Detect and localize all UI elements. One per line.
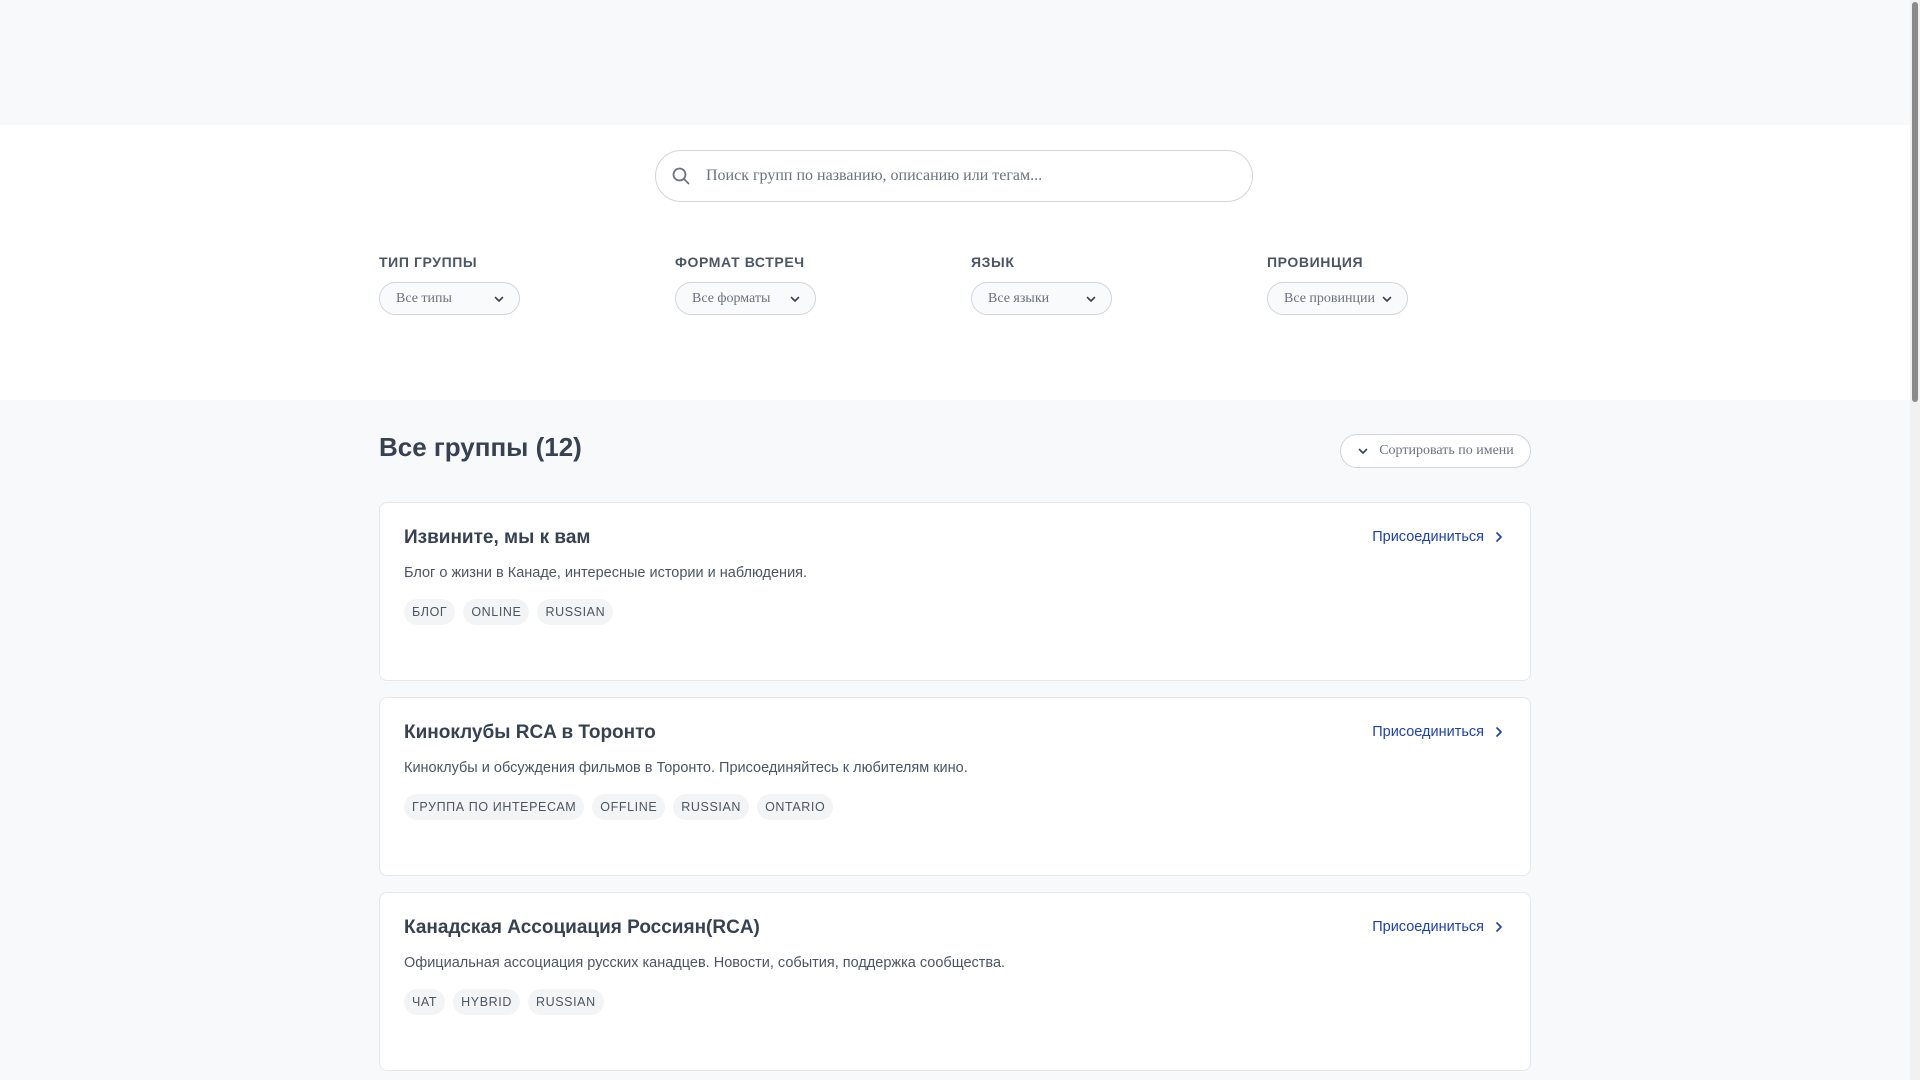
group-tag: RUSSIAN bbox=[673, 794, 750, 820]
scrollbar-thumb[interactable] bbox=[1912, 2, 1918, 402]
group-type-select[interactable]: Все типы bbox=[379, 282, 520, 315]
group-tag: ONLINE bbox=[463, 599, 530, 625]
province-select-value: Все провинции bbox=[1284, 290, 1375, 306]
chevron-down-icon bbox=[1085, 293, 1097, 305]
filter-language: ЯЗЫК Все языки bbox=[971, 254, 1112, 315]
group-tag: ГРУППА ПО ИНТЕРЕСАМ bbox=[404, 794, 585, 820]
group-tags: ГРУППА ПО ИНТЕРЕСАМ OFFLINE RUSSIAN ONTA… bbox=[404, 794, 834, 820]
join-link-label: Присоединиться bbox=[1372, 529, 1484, 545]
filter-label-language: ЯЗЫК bbox=[971, 254, 1015, 270]
group-tags: БЛОГ ONLINE RUSSIAN bbox=[404, 599, 614, 625]
filter-meeting-format: ФОРМАТ ВСТРЕЧ Все форматы bbox=[675, 254, 816, 315]
search-icon bbox=[672, 167, 690, 185]
chevron-down-icon bbox=[1357, 445, 1369, 457]
chevron-down-icon bbox=[1381, 293, 1393, 305]
group-title: Киноклубы RCA в Торонто bbox=[404, 722, 656, 743]
province-select[interactable]: Все провинции bbox=[1267, 282, 1408, 315]
group-card: Киноклубы RCA в Торонто Киноклубы и обсу… bbox=[379, 697, 1531, 876]
group-title: Извините, мы к вам bbox=[404, 527, 591, 548]
group-tag: RUSSIAN bbox=[527, 989, 604, 1015]
chevron-right-icon bbox=[1494, 726, 1504, 738]
results-title: Все группы (12) bbox=[379, 432, 582, 462]
group-tag: ONTARIO bbox=[757, 794, 834, 820]
filter-label-group-type: ТИП ГРУППЫ bbox=[379, 254, 478, 270]
group-tag: ЧАТ bbox=[404, 989, 446, 1015]
top-band bbox=[0, 0, 1910, 125]
language-select[interactable]: Все языки bbox=[971, 282, 1112, 315]
chevron-down-icon bbox=[789, 293, 801, 305]
group-tag: OFFLINE bbox=[592, 794, 666, 820]
filter-label-meeting-format: ФОРМАТ ВСТРЕЧ bbox=[675, 254, 805, 270]
group-card: Извините, мы к вам Блог о жизни в Канаде… bbox=[379, 502, 1531, 681]
group-card: Канадская Ассоциация Россиян(RCA) Официа… bbox=[379, 892, 1531, 1071]
join-link[interactable]: Присоединиться bbox=[1372, 724, 1504, 740]
filter-province: ПРОВИНЦИЯ Все провинции bbox=[1267, 254, 1408, 315]
chevron-right-icon bbox=[1494, 531, 1504, 543]
group-description: Блог о жизни в Канаде, интересные истори… bbox=[404, 565, 808, 581]
meeting-format-select-value: Все форматы bbox=[692, 290, 771, 306]
join-link-label: Присоединиться bbox=[1372, 919, 1484, 935]
join-link[interactable]: Присоединиться bbox=[1372, 919, 1504, 935]
chevron-down-icon bbox=[493, 293, 505, 305]
group-tag: RUSSIAN bbox=[537, 599, 614, 625]
group-title: Канадская Ассоциация Россиян(RCA) bbox=[404, 917, 760, 938]
group-tag: HYBRID bbox=[453, 989, 520, 1015]
language-select-value: Все языки bbox=[988, 290, 1050, 306]
meeting-format-select[interactable]: Все форматы bbox=[675, 282, 816, 315]
search-input[interactable] bbox=[704, 166, 1252, 186]
group-type-select-value: Все типы bbox=[396, 290, 452, 306]
scrollbar[interactable] bbox=[1910, 0, 1920, 1080]
filter-label-province: ПРОВИНЦИЯ bbox=[1267, 254, 1364, 270]
chevron-right-icon bbox=[1494, 921, 1504, 933]
sort-button[interactable]: Сортировать по имени bbox=[1340, 434, 1531, 468]
group-description: Киноклубы и обсуждения фильмов в Торонто… bbox=[404, 760, 968, 776]
join-link-label: Присоединиться bbox=[1372, 724, 1484, 740]
sort-button-label: Сортировать по имени bbox=[1379, 443, 1514, 458]
group-description: Официальная ассоциация русских канадцев.… bbox=[404, 955, 1006, 971]
filter-group-type: ТИП ГРУППЫ Все типы bbox=[379, 254, 520, 315]
join-link[interactable]: Присоединиться bbox=[1372, 529, 1504, 545]
group-tag: БЛОГ bbox=[404, 599, 456, 625]
search-box[interactable] bbox=[655, 150, 1253, 202]
group-tags: ЧАТ HYBRID RUSSIAN bbox=[404, 989, 604, 1015]
